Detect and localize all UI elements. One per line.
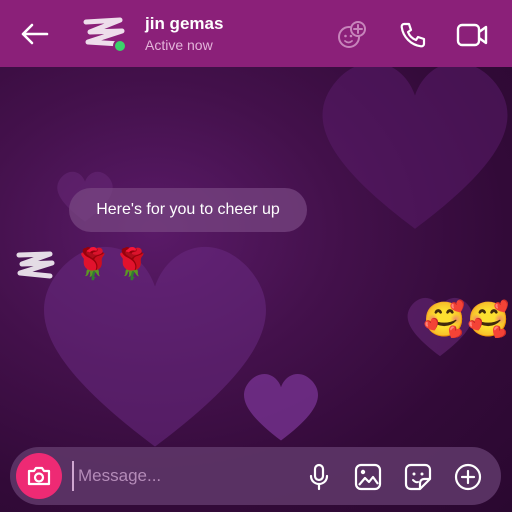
chat-screen: jin gemas Active now Here's for you to c… <box>0 0 512 512</box>
contact-name[interactable]: jin gemas <box>145 14 223 34</box>
effects-icon[interactable] <box>335 18 369 52</box>
back-arrow-icon[interactable] <box>18 20 50 48</box>
message-composer <box>10 447 501 505</box>
microphone-icon[interactable] <box>304 462 334 492</box>
active-status: Active now <box>145 37 213 53</box>
sender-avatar[interactable] <box>14 248 60 284</box>
camera-icon[interactable] <box>16 453 62 499</box>
sticker-icon[interactable] <box>403 462 433 492</box>
rose-emoji-message[interactable]: 🌹🌹 <box>74 250 153 280</box>
video-icon[interactable] <box>455 18 489 52</box>
message-input[interactable] <box>72 461 292 491</box>
background-heart-small <box>244 373 318 441</box>
phone-icon[interactable] <box>396 18 430 52</box>
chat-header: jin gemas Active now <box>0 0 512 67</box>
smiling-hearts-emoji-message[interactable]: 🥰🥰 <box>423 303 512 337</box>
gallery-icon[interactable] <box>353 462 383 492</box>
plus-icon[interactable] <box>453 462 483 492</box>
message-bubble[interactable]: Here's for you to cheer up <box>69 188 307 232</box>
online-indicator <box>113 39 127 53</box>
background-heart-top-right <box>322 62 508 229</box>
